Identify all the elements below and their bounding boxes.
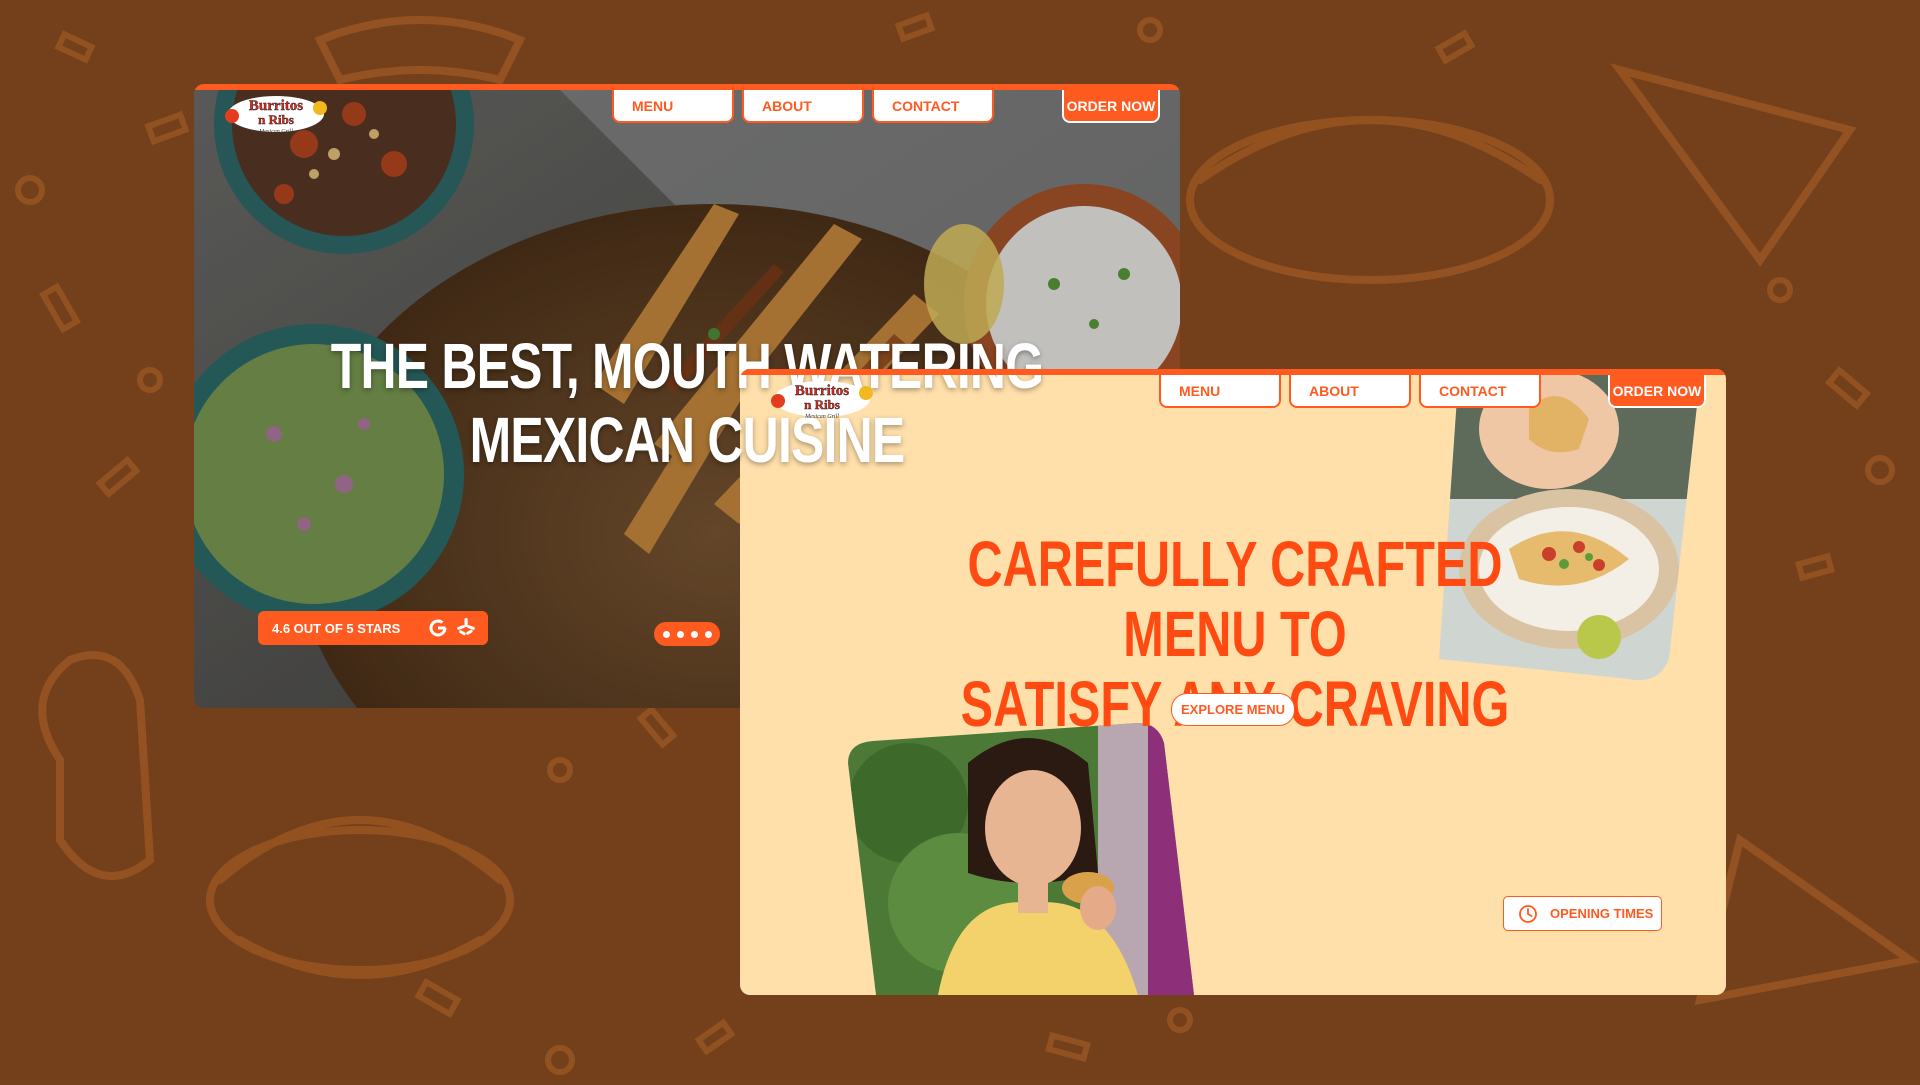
svg-text:Mexican Grill: Mexican Grill — [804, 414, 839, 420]
google-icon[interactable] — [428, 618, 448, 638]
slider-dots[interactable] — [654, 622, 720, 646]
slider-dot[interactable] — [704, 630, 712, 638]
svg-text:n Ribs: n Ribs — [804, 397, 840, 412]
order-now-button[interactable]: ORDER NOW — [1062, 90, 1160, 123]
yelp-icon[interactable] — [456, 617, 476, 639]
nav-contact-tab[interactable]: CONTACT — [872, 90, 994, 123]
svg-text:Mexican Grill: Mexican Grill — [258, 129, 293, 135]
slider-dot[interactable] — [676, 630, 684, 638]
slider-dot[interactable] — [690, 630, 698, 638]
hero-headline: THE BEST, MOUTH WATERING MEXICAN CUISINE — [330, 330, 1044, 476]
opening-times-button[interactable]: OPENING TIMES — [1503, 896, 1662, 931]
rating-badge[interactable]: 4.6 OUT OF 5 STARS — [258, 611, 488, 645]
svg-text:n Ribs: n Ribs — [258, 112, 294, 127]
explore-menu-button[interactable]: EXPLORE MENU — [1171, 693, 1295, 726]
brand-logo[interactable]: Burritos n Ribs Mexican Grill — [766, 375, 878, 428]
slider-dot[interactable] — [662, 630, 670, 638]
nav-menu-tab[interactable]: MENU — [612, 90, 734, 123]
nav-about-tab[interactable]: ABOUT — [742, 90, 864, 123]
woman-eating-photo — [848, 723, 1194, 995]
order-now-button[interactable]: ORDER NOW — [1608, 375, 1706, 408]
clock-icon — [1519, 905, 1537, 923]
nav-about-tab[interactable]: ABOUT — [1289, 375, 1411, 408]
rating-text: 4.6 OUT OF 5 STARS — [272, 620, 401, 636]
brand-logo[interactable]: Burritos n Ribs Mexican Grill — [220, 90, 332, 143]
nav-contact-tab[interactable]: CONTACT — [1419, 375, 1541, 408]
nav-menu-tab[interactable]: MENU — [1159, 375, 1281, 408]
